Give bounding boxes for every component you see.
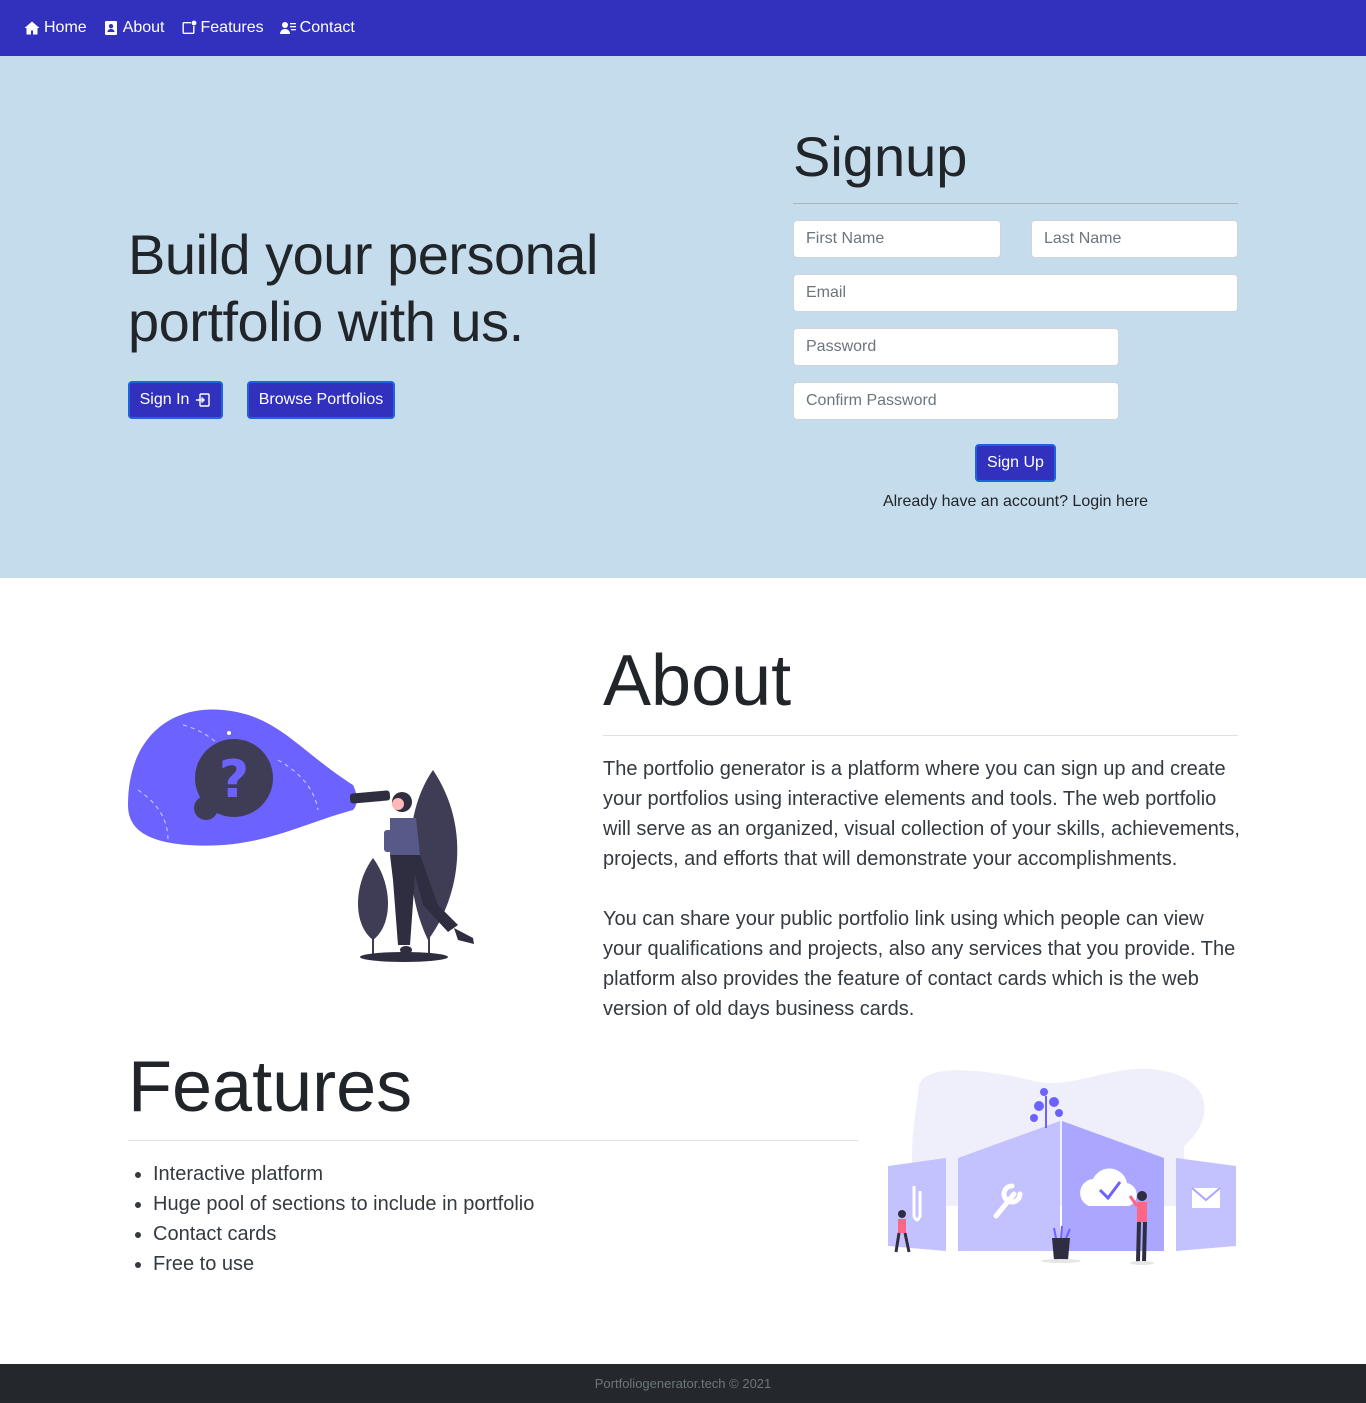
nav-about[interactable]: About — [103, 19, 165, 37]
svg-text:?: ? — [219, 750, 249, 810]
features-divider — [128, 1140, 858, 1141]
features-list-item: Huge pool of sections to include in port… — [153, 1189, 534, 1219]
email-field[interactable] — [793, 274, 1238, 312]
login-link[interactable]: Login here — [1072, 493, 1148, 510]
features-list-item: Free to use — [153, 1249, 534, 1279]
browse-portfolios-button[interactable]: Browse Portfolios — [247, 381, 395, 419]
login-prompt-text: Already have an account? — [882, 493, 1068, 510]
nav-contact[interactable]: Contact — [279, 19, 355, 37]
features-title: Features — [128, 1047, 413, 1127]
sign-up-button[interactable]: Sign Up — [975, 444, 1056, 482]
features-illustration — [888, 1068, 1236, 1265]
features-icon — [182, 20, 196, 34]
first-name-field[interactable] — [793, 220, 1001, 258]
nav-contact-label: Contact — [299, 19, 355, 36]
signup-divider — [793, 203, 1238, 204]
nav-about-label: About — [122, 19, 165, 36]
features-list: Interactive platform Huge pool of sectio… — [153, 1159, 534, 1279]
nav-home-label: Home — [44, 19, 87, 36]
sign-in-button[interactable]: Sign In — [128, 381, 223, 419]
features-list-item: Contact cards — [153, 1219, 534, 1249]
nav-features-label: Features — [200, 19, 264, 36]
about-paragraph-2: You can share your public portfolio link… — [603, 908, 1236, 1020]
navbar: Home About Features Contact — [0, 0, 1366, 56]
password-field[interactable] — [793, 328, 1119, 366]
about-title: About — [603, 641, 792, 721]
sign-in-label: Sign In — [139, 391, 190, 408]
box-arrow-in-icon — [196, 393, 211, 407]
about-divider — [603, 735, 1238, 736]
about-illustration: ? — [128, 709, 474, 962]
home-icon — [24, 21, 40, 35]
nav-home[interactable]: Home — [24, 19, 87, 37]
features-list-item: Interactive platform — [153, 1159, 534, 1189]
hero-section: Build your personal portfolio with us. S… — [0, 56, 1366, 578]
login-prompt: Already have an account? Login here — [793, 493, 1238, 511]
footer: Portfoliogenerator.tech © 2021 — [0, 1364, 1366, 1403]
hero-title: Build your personal portfolio with us. — [128, 223, 598, 353]
confirm-password-field[interactable] — [793, 382, 1119, 420]
nav-features[interactable]: Features — [181, 19, 264, 37]
about-paragraph-1: The portfolio generator is a platform wh… — [603, 758, 1240, 870]
contact-list-icon — [279, 22, 296, 34]
signup-title: Signup — [793, 125, 968, 188]
footer-text: Portfoliogenerator.tech © 2021 — [594, 1376, 772, 1391]
person-badge-icon — [104, 21, 117, 35]
last-name-field[interactable] — [1031, 220, 1238, 258]
